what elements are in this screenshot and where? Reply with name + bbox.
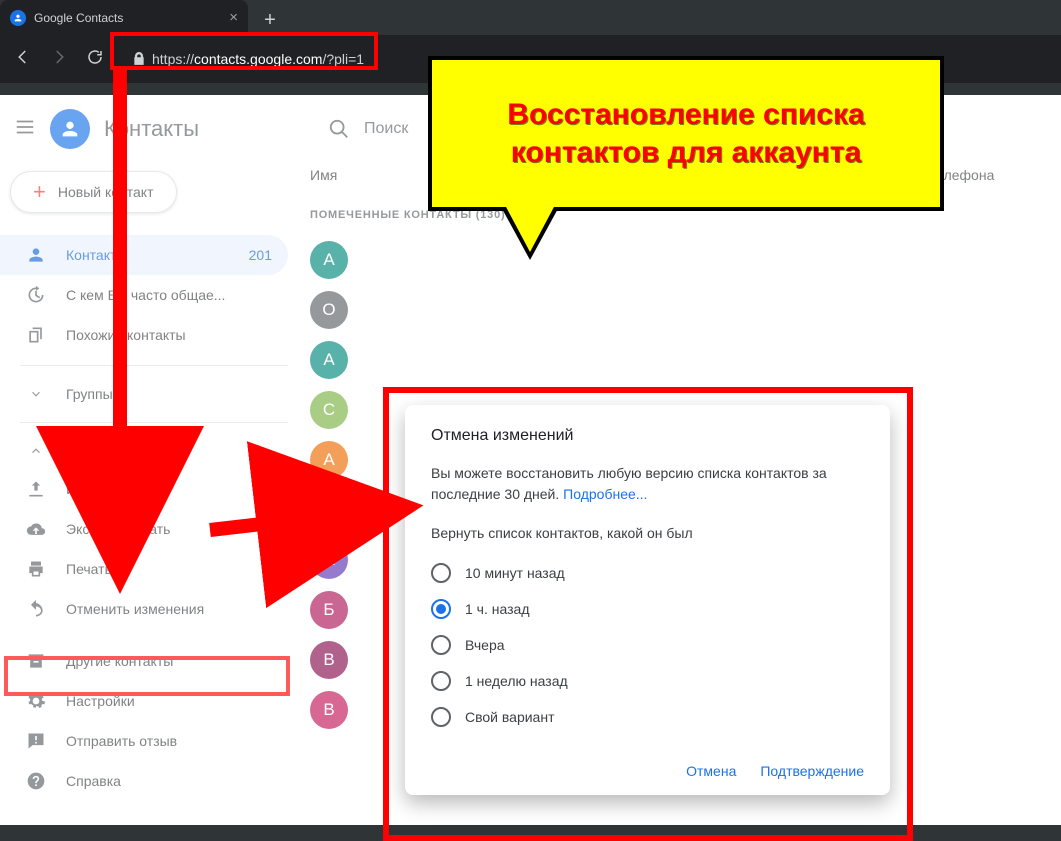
- contact-avatar: C: [310, 391, 348, 429]
- back-button[interactable]: [14, 48, 32, 71]
- dialog-cancel-button[interactable]: Отмена: [686, 763, 736, 779]
- learn-more-link[interactable]: Подробнее...: [563, 486, 647, 502]
- contact-avatar: А: [310, 441, 348, 479]
- close-tab-icon[interactable]: ×: [229, 9, 238, 26]
- address-bar[interactable]: https://contacts.google.com/?pli=1: [122, 43, 382, 75]
- sidebar-item-similar[interactable]: Похожие контакты: [0, 315, 288, 355]
- sidebar-item-more[interactable]: Ещё: [0, 433, 288, 469]
- copy-icon: [26, 325, 46, 345]
- content-area: Имя телефона ПОМЕЧЕННЫЕ КОНТАКТЫ (130) А…: [300, 163, 1061, 825]
- create-contact-button[interactable]: + Новый контакт: [10, 171, 177, 213]
- contact-avatar: А: [310, 241, 348, 279]
- search-bar[interactable]: Поиск: [328, 118, 408, 140]
- radio-custom[interactable]: Свой вариант: [431, 699, 864, 735]
- dialog-prompt: Вернуть список контактов, какой он был: [431, 525, 864, 541]
- forward-button[interactable]: [50, 48, 68, 71]
- contact-row[interactable]: А: [300, 335, 1041, 385]
- sidebar-item-label: Контакты: [66, 247, 126, 263]
- contact-avatar: Б: [310, 591, 348, 629]
- tab-title: Google Contacts: [34, 11, 123, 25]
- callout-text: Восстановление списка контактов для акка…: [432, 96, 940, 171]
- sidebar-item-undo-changes[interactable]: Отменить изменения: [0, 589, 288, 629]
- lock-icon: [132, 52, 146, 66]
- sidebar-item-frequent[interactable]: С кем Вы часто общае...: [0, 275, 288, 315]
- dialog-confirm-button[interactable]: Подтверждение: [760, 763, 864, 779]
- contact-avatar: А: [310, 541, 348, 579]
- sidebar-item-label: Похожие контакты: [66, 327, 186, 343]
- search-icon: [328, 118, 350, 140]
- radio-icon: [431, 563, 451, 583]
- person-icon: [26, 245, 46, 265]
- annotation-callout: Восстановление списка контактов для акка…: [428, 56, 944, 211]
- help-icon: [26, 771, 46, 791]
- sidebar-item-label: Ещё: [66, 443, 95, 459]
- tab-favicon: [10, 10, 26, 26]
- contact-avatar: В: [310, 691, 348, 729]
- contact-avatar: O: [310, 291, 348, 329]
- radio-yesterday[interactable]: Вчера: [431, 627, 864, 663]
- menu-icon[interactable]: [14, 116, 36, 143]
- url-text: https://contacts.google.com/?pli=1: [152, 51, 364, 67]
- sidebar-item-label: Настройки: [66, 693, 135, 709]
- print-icon: [26, 559, 46, 579]
- sidebar-item-label: Импортировать: [66, 481, 167, 497]
- upload-icon: [26, 479, 46, 499]
- contact-avatar: В: [310, 641, 348, 679]
- contact-avatar: Е: [310, 491, 348, 529]
- contact-avatar: А: [310, 341, 348, 379]
- browser-tab[interactable]: Google Contacts ×: [0, 0, 248, 35]
- sidebar-item-print[interactable]: Печать: [0, 549, 288, 589]
- radio-10min[interactable]: 10 минут назад: [431, 555, 864, 591]
- sidebar-item-label: Печать: [66, 561, 112, 577]
- sidebar-item-label: Справка: [66, 773, 121, 789]
- sidebar-item-label: Отправить отзыв: [66, 733, 177, 749]
- radio-icon: [431, 599, 451, 619]
- app-title: Контакты: [104, 116, 199, 142]
- app-logo: [50, 109, 90, 149]
- sidebar: + Новый контакт Контакты 201 С кем Вы ча…: [0, 163, 300, 825]
- sidebar-item-label: Группы: [66, 386, 113, 402]
- search-placeholder: Поиск: [364, 120, 408, 138]
- chevron-up-icon: [26, 444, 46, 458]
- radio-1hour[interactable]: 1 ч. назад: [431, 591, 864, 627]
- contact-row[interactable]: O: [300, 285, 1041, 335]
- sidebar-item-export[interactable]: Экспортировать: [0, 509, 288, 549]
- contact-row[interactable]: А: [300, 235, 1041, 285]
- dialog-description: Вы можете восстановить любую версию спис…: [431, 463, 864, 505]
- sidebar-item-settings[interactable]: Настройки: [0, 681, 288, 721]
- new-tab-button[interactable]: +: [256, 6, 284, 34]
- sidebar-item-other[interactable]: Другие контакты: [0, 641, 288, 681]
- undo-icon: [26, 599, 46, 619]
- radio-icon: [431, 635, 451, 655]
- undo-dialog: Отмена изменений Вы можете восстановить …: [405, 405, 890, 795]
- sidebar-item-import[interactable]: Импортировать: [0, 469, 288, 509]
- history-icon: [26, 285, 46, 305]
- gear-icon: [26, 691, 46, 711]
- sidebar-item-label: Отменить изменения: [66, 601, 204, 617]
- chevron-down-icon: [26, 387, 46, 401]
- sidebar-item-label: С кем Вы часто общае...: [66, 287, 225, 303]
- sidebar-item-feedback[interactable]: Отправить отзыв: [0, 721, 288, 761]
- radio-icon: [431, 707, 451, 727]
- radio-week[interactable]: 1 неделю назад: [431, 663, 864, 699]
- sidebar-item-help[interactable]: Справка: [0, 761, 288, 801]
- contacts-count: 201: [249, 247, 272, 263]
- feedback-icon: [26, 731, 46, 751]
- reload-button[interactable]: [86, 48, 104, 71]
- dialog-title: Отмена изменений: [431, 427, 864, 445]
- sidebar-item-groups[interactable]: Группы: [0, 376, 288, 412]
- radio-icon: [431, 671, 451, 691]
- sidebar-item-label: Экспортировать: [66, 521, 170, 537]
- cloud-upload-icon: [26, 519, 46, 539]
- sidebar-item-contacts[interactable]: Контакты 201: [0, 235, 288, 275]
- sidebar-item-label: Другие контакты: [66, 653, 173, 669]
- archive-icon: [26, 651, 46, 671]
